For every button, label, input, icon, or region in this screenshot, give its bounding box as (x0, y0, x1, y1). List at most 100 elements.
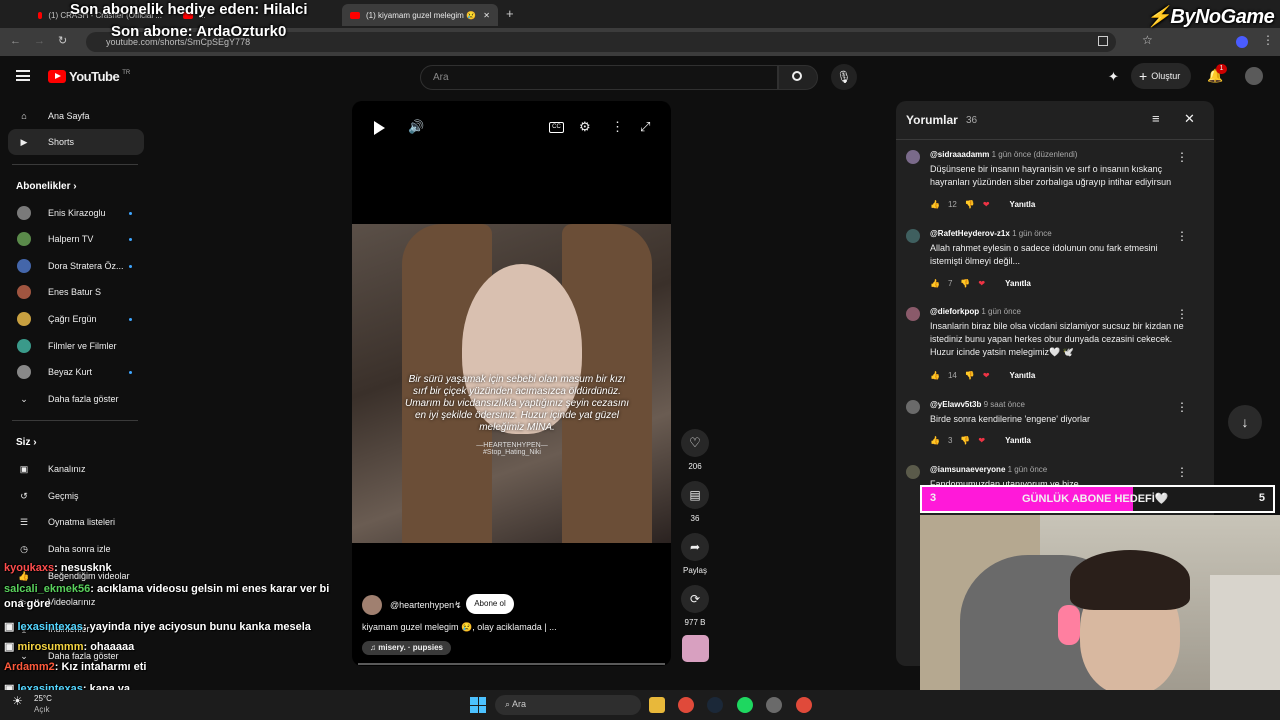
dislike-icon[interactable]: 👎 (960, 436, 970, 445)
chrome-icon[interactable] (678, 697, 694, 713)
dislike-icon[interactable]: 👎 (960, 279, 970, 288)
avatar[interactable] (906, 465, 920, 479)
bookmark-star-icon[interactable]: ☆ (1142, 33, 1153, 47)
goal-label: GÜNLÜK ABONE HEDEFİ🤍 (1022, 493, 1169, 505)
like-icon[interactable]: 👍 (930, 279, 940, 288)
comment-menu-icon[interactable]: ⋮ (1176, 307, 1188, 321)
youtube-logo[interactable]: YouTube TR (48, 69, 130, 84)
avatar (17, 232, 31, 246)
sidebar-item-subscription[interactable]: Dora Stratera Öz... (8, 253, 144, 279)
sidebar-item-home[interactable]: ⌂ Ana Sayfa (8, 103, 144, 129)
weather-icon[interactable]: ☀ (12, 694, 23, 708)
music-chip[interactable]: ♫ misery. · pupsies (362, 641, 451, 655)
comment-menu-icon[interactable]: ⋮ (1176, 150, 1188, 164)
creator-heart-icon: ❤ (982, 371, 990, 380)
comment-author[interactable]: @RafetHeyderov-z1x 1 gün önce (930, 229, 1052, 238)
close-tab-icon[interactable]: ✕ (483, 11, 490, 20)
comment-menu-icon[interactable]: ⋮ (1176, 400, 1188, 414)
sidebar-item-history[interactable]: ↺ Geçmiş (8, 483, 144, 509)
browser-menu-icon[interactable]: ⋮ (1262, 33, 1274, 47)
search-button[interactable] (778, 65, 818, 90)
comment-author[interactable]: @dieforkpop 1 gün önce (930, 307, 1021, 316)
reply-button[interactable]: Yanıtla (1010, 371, 1036, 380)
subscriptions-heading[interactable]: Abonelikler › (16, 181, 77, 192)
reply-button[interactable]: Yanıtla (1005, 279, 1031, 288)
new-content-dot (129, 370, 132, 374)
obs-icon[interactable] (766, 697, 782, 713)
spotify-icon[interactable] (737, 697, 753, 713)
short-title[interactable]: kiyamam guzel melegim 😢, olay aciklamada… (362, 622, 557, 633)
reply-button[interactable]: Yanıtla (1010, 200, 1036, 209)
sidebar-item-shorts[interactable]: ▶ Shorts (8, 129, 144, 155)
browser-tab-active[interactable]: (1) kiyamam guzel melegim 😢 ✕ (342, 4, 498, 26)
hamburger-menu-icon[interactable] (16, 70, 30, 81)
chat-message: kyoukaxs: nesusknk (4, 562, 112, 574)
sidebar-item-subscription[interactable]: Beyaz Kurt (8, 359, 144, 385)
sidebar-item-playlists[interactable]: ☰ Oynatma listeleri (8, 509, 144, 535)
comment-menu-icon[interactable]: ⋮ (1176, 465, 1188, 479)
comments-button[interactable]: ▤ (681, 481, 709, 509)
file-explorer-icon[interactable] (649, 697, 665, 713)
like-icon[interactable]: 👍 (930, 436, 940, 445)
avatar[interactable] (906, 229, 920, 243)
sidebar-item-subscription[interactable]: Filmler ve Filmler (8, 333, 144, 359)
next-short-button[interactable]: ↓ (1228, 405, 1262, 439)
channel-avatar[interactable] (362, 595, 382, 615)
taskbar-search[interactable]: ⌕ Ara (495, 695, 641, 715)
create-button[interactable]: + Oluştur (1131, 63, 1191, 89)
search-input[interactable]: Ara (420, 65, 778, 90)
play-icon[interactable] (374, 121, 385, 135)
subscribe-button[interactable]: Abone ol (466, 594, 514, 614)
avatar[interactable] (906, 307, 920, 321)
shorts-upload-icon[interactable]: ✦ (1108, 69, 1119, 85)
comment-author[interactable]: @iamsunaeveryone 1 gün önce (930, 465, 1047, 474)
like-button[interactable]: ♡ (681, 429, 709, 457)
sidebar-item-subscription[interactable]: Çağrı Ergün (8, 306, 144, 332)
you-heading[interactable]: Siz › (16, 437, 37, 448)
divider (896, 139, 1214, 140)
sidebar-item-subscription[interactable]: Enes Batur S (8, 279, 144, 305)
channel-name[interactable]: @heartenhypen↯ (390, 600, 462, 611)
close-icon[interactable]: ✕ (1184, 111, 1195, 127)
new-tab-button[interactable]: + (506, 6, 514, 21)
avatar[interactable] (906, 400, 920, 414)
reply-button[interactable]: Yanıtla (1005, 436, 1031, 445)
more-options-icon[interactable]: ⋮ (611, 119, 624, 135)
comment-author[interactable]: @yElawv5t3b 9 saat önce (930, 400, 1025, 409)
comment-menu-icon[interactable]: ⋮ (1176, 229, 1188, 243)
voice-search-icon[interactable]: 🎙 (831, 64, 857, 90)
like-icon[interactable]: 👍 (930, 371, 940, 380)
sidebar-item-your-channel[interactable]: ▣ Kanalınız (8, 456, 144, 482)
comment-author[interactable]: @sidraaadamm 1 gün önce (düzenlendi) (930, 150, 1077, 159)
sound-thumbnail[interactable] (682, 635, 709, 662)
avatar[interactable] (906, 150, 920, 164)
reload-icon[interactable]: ↻ (58, 34, 67, 47)
profile-avatar[interactable] (1236, 36, 1248, 48)
steam-icon[interactable] (707, 697, 723, 713)
settings-icon[interactable]: ⚙ (579, 119, 591, 135)
share-button[interactable]: ➦ (681, 533, 709, 561)
sidebar-item-subscription[interactable]: Enis Kirazoglu (8, 200, 144, 226)
dislike-icon[interactable]: 👎 (965, 200, 975, 209)
dislike-icon[interactable]: 👎 (965, 371, 975, 380)
windows-start-icon[interactable] (470, 697, 486, 713)
cast-icon[interactable] (1098, 36, 1108, 46)
captions-icon[interactable]: CC (549, 122, 564, 133)
fullscreen-icon[interactable]: ⤢ (640, 119, 650, 135)
weather-temp[interactable]: 25°C (34, 694, 52, 703)
progress-bar[interactable] (358, 663, 665, 665)
chrome-icon[interactable] (796, 697, 812, 713)
sidebar-item-watch-later[interactable]: ◷ Daha sonra izle (8, 536, 144, 562)
show-more-subscriptions[interactable]: ⌄ Daha fazla göster (8, 386, 144, 412)
subscriber-goal-bar: 3 GÜNLÜK ABONE HEDEFİ🤍 5 (920, 485, 1275, 513)
back-icon[interactable]: ← (10, 35, 21, 47)
sidebar-item-subscription[interactable]: Halpern TV (8, 226, 144, 252)
account-avatar[interactable] (1245, 67, 1263, 85)
forward-icon[interactable]: → (34, 35, 45, 47)
shorts-player[interactable]: 🔊 CC ⚙ ⋮ ⤢ Bir sürü yaşamak için sebebi … (352, 101, 671, 666)
sort-icon[interactable]: ≡ (1152, 111, 1160, 126)
like-icon[interactable]: 👍 (930, 200, 940, 209)
channel-icon: ▣ (19, 463, 29, 474)
remix-button[interactable]: ⟳ (681, 585, 709, 613)
volume-icon[interactable]: 🔊 (408, 119, 424, 135)
